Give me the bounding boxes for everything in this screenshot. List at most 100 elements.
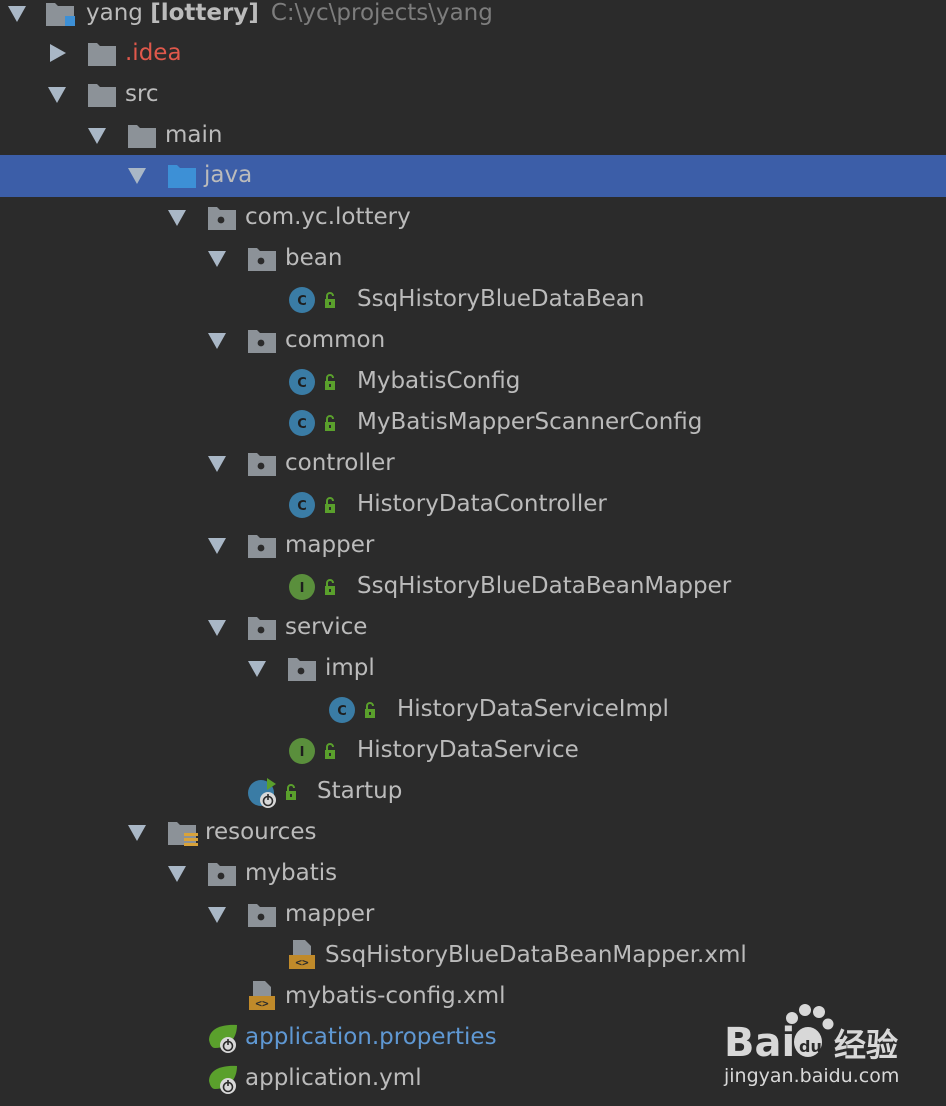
tree-row-bean-class[interactable]: C SsqHistoryBlueDataBean: [0, 279, 946, 320]
class-icon: C: [289, 492, 336, 518]
file-label: application.properties: [245, 1024, 497, 1050]
tree-row-mapper[interactable]: mapper: [0, 525, 946, 566]
collapse-arrow-icon[interactable]: [208, 538, 226, 554]
folder-icon: [248, 904, 276, 927]
tree-row-mapper-xml[interactable]: <> SsqHistoryBlueDataBeanMapper.xml: [0, 935, 946, 976]
project-folder-icon: [46, 3, 75, 26]
class-label: SsqHistoryBlueDataBean: [357, 286, 645, 312]
package-label: service: [285, 614, 368, 640]
package-icon: [248, 453, 276, 476]
tree-row-scanner-config[interactable]: C MyBatisMapperScannerConfig: [0, 402, 946, 443]
class-label: MyBatisMapperScannerConfig: [357, 409, 703, 435]
svg-text:<>: <>: [255, 997, 269, 1010]
tree-row-project-root[interactable]: yang [lottery] C:\yc\projects\yang: [0, 0, 946, 34]
class-icon: C: [329, 697, 376, 723]
package-icon: [288, 658, 316, 681]
svg-text:C: C: [297, 499, 307, 514]
collapse-arrow-icon[interactable]: [208, 456, 226, 472]
tree-row-service[interactable]: service: [0, 607, 946, 648]
package-label: common: [285, 327, 386, 353]
tree-row-common[interactable]: common: [0, 320, 946, 361]
folder-icon: [128, 125, 156, 148]
package-icon: [248, 248, 276, 271]
xml-file-icon: <>: [249, 981, 275, 1010]
tree-row-startup[interactable]: Startup: [0, 771, 946, 812]
class-icon: C: [289, 287, 336, 313]
collapse-arrow-icon[interactable]: [168, 210, 186, 226]
collapse-arrow-icon[interactable]: [208, 251, 226, 267]
collapse-arrow-icon[interactable]: [208, 907, 226, 923]
class-label: Startup: [317, 778, 403, 804]
watermark-brand: Bai: [724, 1020, 795, 1066]
collapse-arrow-icon[interactable]: [208, 333, 226, 349]
tree-row-impl[interactable]: impl: [0, 648, 946, 689]
tree-row-java[interactable]: java: [0, 155, 946, 197]
collapse-arrow-icon[interactable]: [208, 620, 226, 636]
tree-row-bean[interactable]: bean: [0, 238, 946, 279]
tree-row-resources[interactable]: resources: [0, 812, 946, 853]
spring-boot-class-icon: [248, 778, 297, 808]
collapse-arrow-icon[interactable]: [248, 661, 266, 677]
xml-file-icon: <>: [289, 940, 315, 969]
class-label: HistoryDataServiceImpl: [397, 696, 669, 722]
interface-label: SsqHistoryBlueDataBeanMapper: [357, 573, 732, 599]
collapse-arrow-icon[interactable]: [88, 128, 106, 144]
file-label: application.yml: [245, 1065, 422, 1091]
collapse-arrow-icon[interactable]: [168, 866, 186, 882]
svg-text:I: I: [300, 581, 305, 596]
tree-row-resources-mapper[interactable]: mapper: [0, 894, 946, 935]
tree-row-mapper-interface[interactable]: I SsqHistoryBlueDataBeanMapper: [0, 566, 946, 607]
watermark-cn: 经验: [834, 1026, 898, 1064]
tree-row-controller[interactable]: controller: [0, 443, 946, 484]
svg-text:C: C: [297, 376, 307, 391]
tree-row-package[interactable]: com.yc.lottery: [0, 197, 946, 238]
file-label: mybatis-config.xml: [285, 983, 506, 1009]
folder-label: resources: [205, 819, 317, 845]
spring-config-icon: [209, 1065, 237, 1094]
watermark-url: jingyan.baidu.com: [723, 1065, 899, 1087]
interface-icon: I: [289, 738, 336, 764]
folder-label: mybatis: [245, 860, 338, 886]
class-icon: C: [289, 369, 336, 395]
folder-icon: [88, 84, 116, 107]
project-label: yang [lottery] C:\yc\projects\yang: [86, 0, 493, 26]
class-label: MybatisConfig: [357, 368, 521, 394]
svg-text:C: C: [297, 294, 307, 309]
expand-arrow-icon[interactable]: [50, 44, 66, 62]
tree-row-idea[interactable]: .idea: [0, 33, 946, 74]
svg-text:I: I: [300, 745, 305, 760]
interface-icon: I: [289, 574, 336, 600]
source-folder-icon: [168, 165, 196, 188]
package-label: com.yc.lottery: [245, 204, 411, 230]
tree-row-mybatis-config[interactable]: C MybatisConfig: [0, 361, 946, 402]
resources-folder-icon: [168, 822, 198, 846]
tree-row-mybatis[interactable]: mybatis: [0, 853, 946, 894]
baidu-jingyan-watermark: Bai du 经验 jingyan.baidu.com: [723, 1004, 899, 1087]
collapse-arrow-icon[interactable]: [48, 87, 66, 103]
folder-icon: [208, 863, 236, 886]
collapse-arrow-icon[interactable]: [128, 168, 146, 184]
package-label: impl: [325, 655, 375, 681]
package-icon: [248, 330, 276, 353]
folder-label: .idea: [125, 40, 182, 66]
tree-row-src[interactable]: src: [0, 74, 946, 115]
tree-row-controller-class[interactable]: C HistoryDataController: [0, 484, 946, 525]
watermark-brand-du: du: [799, 1037, 822, 1056]
tree-row-impl-class[interactable]: C HistoryDataServiceImpl: [0, 689, 946, 730]
class-label: HistoryDataController: [357, 491, 607, 517]
folder-label: src: [125, 81, 159, 107]
tree-row-main[interactable]: main: [0, 115, 946, 156]
folder-label: mapper: [285, 901, 375, 927]
file-label: SsqHistoryBlueDataBeanMapper.xml: [325, 942, 747, 968]
interface-label: HistoryDataService: [357, 737, 579, 763]
folder-icon: [88, 43, 116, 66]
package-label: controller: [285, 450, 395, 476]
package-icon: [208, 207, 236, 230]
collapse-arrow-icon[interactable]: [8, 6, 26, 22]
tree-row-service-interface[interactable]: I HistoryDataService: [0, 730, 946, 771]
folder-label: main: [165, 122, 223, 148]
class-icon: C: [289, 410, 336, 436]
collapse-arrow-icon[interactable]: [128, 825, 146, 841]
project-tree: yang [lottery] C:\yc\projects\yang .idea …: [0, 0, 946, 1106]
folder-label: java: [204, 162, 253, 188]
